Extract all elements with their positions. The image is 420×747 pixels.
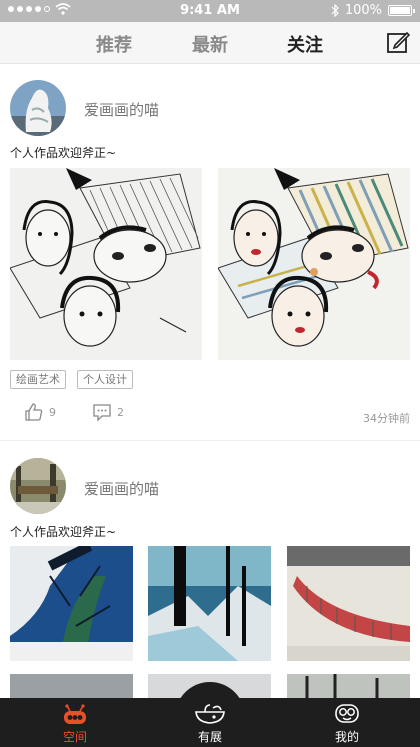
post-card: 爱画画的喵 个人作品欢迎斧正~ bbox=[0, 444, 420, 698]
trees-painting bbox=[287, 674, 410, 698]
post-description: 个人作品欢迎斧正~ bbox=[10, 146, 117, 160]
tab-label: 空间 bbox=[62, 730, 87, 744]
battery-percent: 100% bbox=[344, 3, 382, 18]
artwork-image[interactable] bbox=[287, 546, 410, 661]
tag-chip[interactable]: 个人设计 bbox=[77, 370, 133, 389]
battery-icon bbox=[388, 5, 415, 16]
tab-mine[interactable]: 我的 bbox=[302, 698, 392, 747]
post-description: 个人作品欢迎斧正~ bbox=[10, 525, 117, 539]
artwork-image[interactable] bbox=[10, 674, 133, 698]
thumbs-up-icon bbox=[25, 403, 43, 421]
username[interactable]: 爱画画的喵 bbox=[84, 478, 159, 499]
exhibition-icon bbox=[195, 704, 225, 724]
artwork-image[interactable] bbox=[10, 168, 202, 360]
tab-recommend[interactable]: 推荐 bbox=[96, 31, 132, 57]
username[interactable]: 爱画画的喵 bbox=[84, 99, 159, 120]
comment-count: 2 bbox=[117, 405, 124, 419]
tab-space[interactable]: 空间 bbox=[30, 698, 120, 747]
divider bbox=[0, 440, 420, 441]
blue-tree-painting bbox=[10, 546, 133, 661]
winter-trees-painting bbox=[148, 546, 271, 661]
tab-exhibition[interactable]: 有展 bbox=[165, 698, 255, 747]
tag-chip[interactable]: 绘画艺术 bbox=[10, 370, 66, 389]
fence-snow-painting bbox=[287, 546, 410, 661]
top-nav: 推荐 最新 关注 bbox=[0, 22, 420, 64]
tab-latest[interactable]: 最新 bbox=[192, 31, 228, 57]
tab-label: 有展 bbox=[197, 730, 222, 744]
bottom-tab-bar: 空间 有展 我的 bbox=[0, 682, 420, 747]
avatar-forest-image bbox=[10, 458, 66, 514]
tab-label: 我的 bbox=[334, 730, 359, 744]
colored-artwork bbox=[218, 168, 410, 360]
bluetooth-icon bbox=[331, 4, 339, 17]
tab-following[interactable]: 关注 bbox=[287, 31, 323, 57]
artwork-image[interactable] bbox=[218, 168, 410, 360]
post-card: 爱画画的喵 个人作品欢迎斧正~ bbox=[0, 64, 420, 440]
avatar-snow-tree-image bbox=[10, 80, 66, 136]
status-right: 100% bbox=[331, 3, 415, 18]
artwork-image[interactable] bbox=[148, 546, 271, 661]
tag-list: 绘画艺术 个人设计 bbox=[10, 370, 310, 390]
like-count: 9 bbox=[49, 405, 56, 419]
status-bar: 9:41 AM 100% bbox=[0, 0, 420, 22]
profile-icon bbox=[335, 704, 359, 723]
avatar[interactable] bbox=[10, 80, 66, 136]
space-robot-icon bbox=[64, 704, 86, 724]
comment-icon bbox=[93, 404, 111, 422]
avatar[interactable] bbox=[10, 458, 66, 514]
artwork-image[interactable] bbox=[287, 674, 410, 698]
like-button[interactable]: 9 bbox=[24, 402, 56, 422]
edit-icon[interactable] bbox=[386, 30, 410, 54]
post-time: 34分钟前 bbox=[363, 412, 410, 425]
comment-button[interactable]: 2 bbox=[92, 402, 124, 422]
sketch-artwork bbox=[10, 168, 202, 360]
artwork-image[interactable] bbox=[10, 546, 133, 661]
